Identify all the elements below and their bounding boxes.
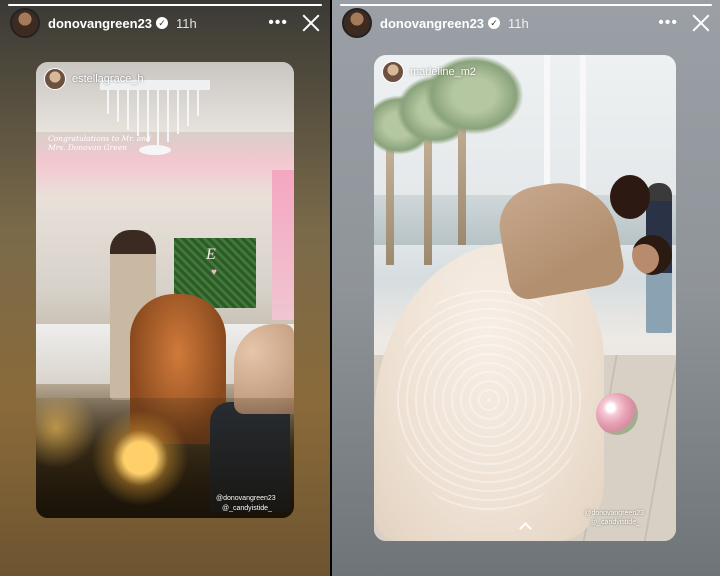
repost-header[interactable]: madeline_m2 [382,61,476,83]
groom-figure [493,173,627,303]
verified-badge-icon: ✓ [488,17,501,29]
dance-photo [374,55,676,541]
story-progress-fill [340,4,712,6]
chevron-up-icon[interactable] [518,519,532,533]
bouquet [596,393,638,435]
mention-tag[interactable]: @_candyistide_ [222,505,272,512]
congrats-caption: Congratulations to Mr. and Mrs. Donovan … [48,134,151,152]
heart-icon: ♥ [211,267,217,278]
story-time: 11h [508,15,529,31]
close-icon[interactable] [692,14,710,32]
close-icon[interactable] [302,14,320,32]
more-horizontal-icon[interactable]: ••• [658,14,678,32]
story-right[interactable]: donovangreen23 ✓ 11h ••• madeline_m2 @do… [332,0,720,576]
reception-photo: E ♥ [36,62,294,518]
pink-wall [272,170,294,320]
monogram-letter: E [206,246,216,263]
reposted-story[interactable]: madeline_m2 @donovangreen23 @_candyistid… [374,55,676,541]
groom-head [610,175,650,219]
repost-username[interactable]: estellagrace_h [72,73,144,85]
story-username[interactable]: donovangreen23 [380,16,484,31]
verified-badge-icon: ✓ [156,17,169,29]
story-username[interactable]: donovangreen23 [48,16,152,31]
bride-head [632,235,672,275]
mention-tag[interactable]: @donovangreen23 [216,495,276,502]
reposted-story[interactable]: E ♥ estellagrace_h Congratulations to Mr… [36,62,294,518]
story-left[interactable]: donovangreen23 ✓ 11h ••• E ♥ estellagrac… [0,0,330,576]
story-header: donovangreen23 ✓ 11h ••• [10,8,320,38]
repost-avatar[interactable] [382,61,404,83]
story-progress-bar [340,4,712,6]
dress-lace [394,285,584,515]
repost-username[interactable]: madeline_m2 [410,66,476,78]
story-header: donovangreen23 ✓ 11h ••• [342,8,710,38]
story-progress-bar [8,4,322,6]
avatar[interactable] [10,8,40,38]
mention-tag[interactable]: @donovangreen23 [584,510,644,517]
avatar[interactable] [342,8,372,38]
repost-header[interactable]: estellagrace_h [44,68,144,90]
story-time: 11h [176,15,197,31]
more-horizontal-icon[interactable]: ••• [268,14,288,32]
repost-avatar[interactable] [44,68,66,90]
story-progress-fill [8,4,322,6]
mention-tag[interactable]: @_candyistide_ [590,519,640,526]
